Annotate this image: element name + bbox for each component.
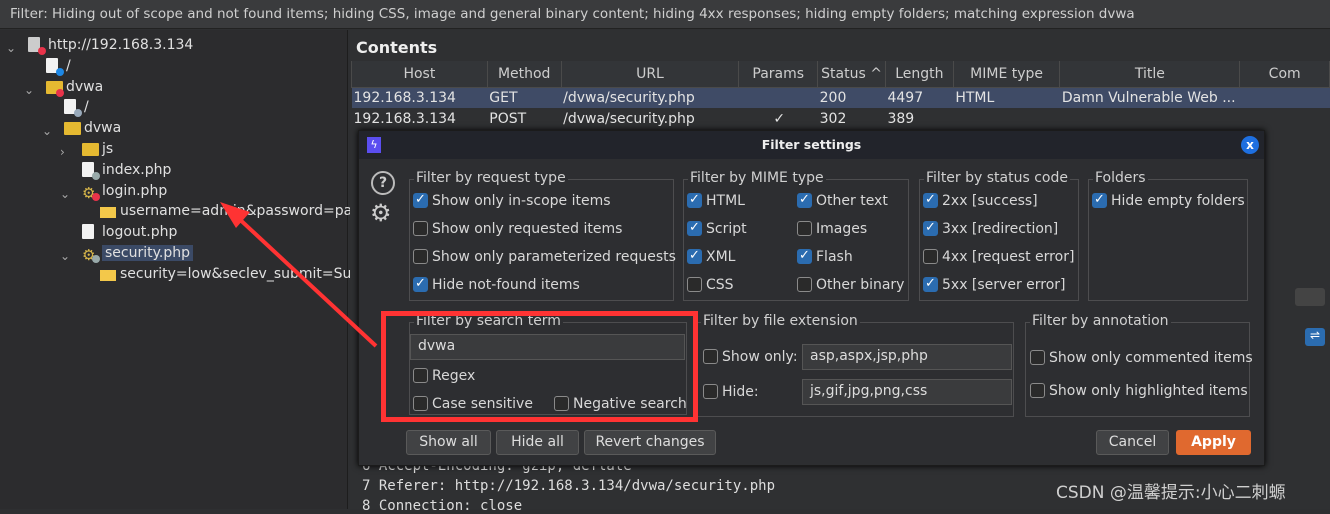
chevron-down-icon[interactable]: ⌄ [60, 249, 70, 263]
chevron-down-icon[interactable]: ⌄ [6, 41, 16, 55]
chevron-down-icon[interactable]: ⌄ [60, 187, 70, 201]
chevron-right-icon[interactable]: › [60, 145, 70, 159]
chevron-down-icon[interactable]: ⌄ [24, 83, 34, 97]
annotation-arrow [220, 202, 378, 348]
chevron-down-icon[interactable]: ⌄ [42, 124, 52, 138]
